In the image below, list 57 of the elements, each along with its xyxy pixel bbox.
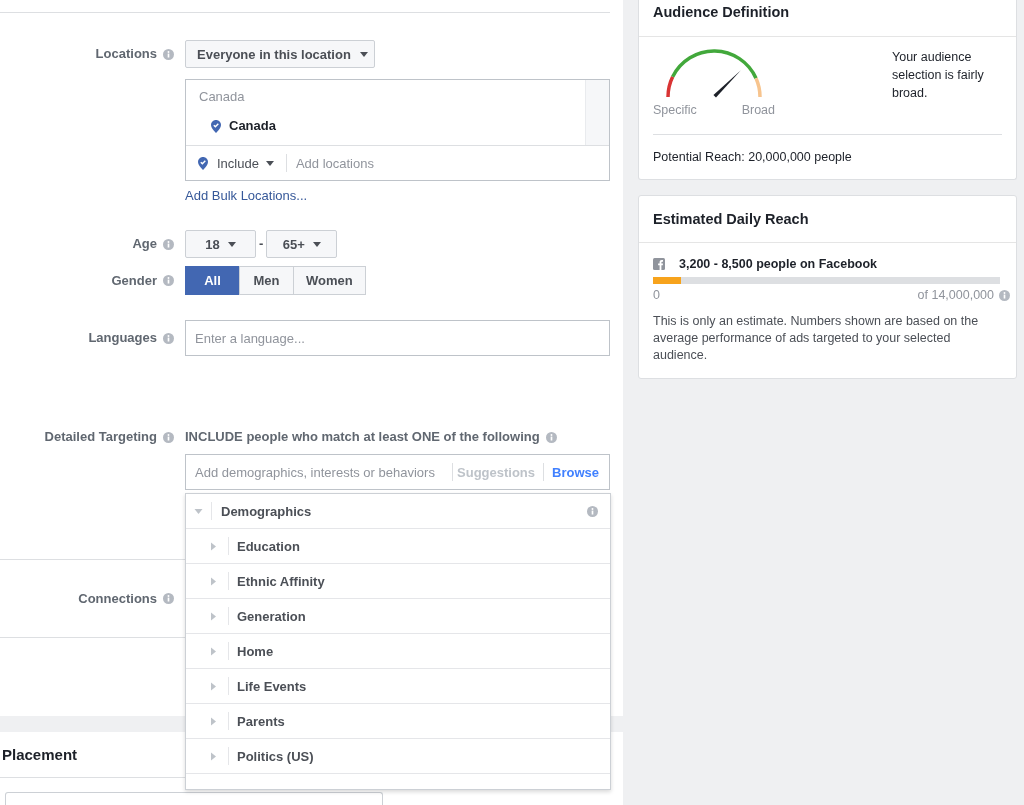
gender-option[interactable]: Men bbox=[239, 266, 294, 295]
info-icon bbox=[163, 238, 174, 250]
map-pin-icon bbox=[198, 156, 208, 170]
meter-min-label: 0 bbox=[653, 289, 660, 302]
info-icon bbox=[163, 593, 174, 604]
subcategory-item[interactable]: Politics (US) bbox=[186, 739, 610, 774]
caret-icon bbox=[265, 160, 274, 166]
range-separator: - bbox=[259, 237, 264, 251]
field-label: Age bbox=[132, 237, 157, 251]
targeting-tab[interactable]: Browse bbox=[544, 461, 599, 483]
section-title: Placement bbox=[1, 745, 78, 765]
gauge-max-label: Broad bbox=[741, 103, 775, 117]
caret-icon bbox=[359, 51, 368, 57]
info-icon bbox=[545, 431, 557, 443]
location-name: Canada bbox=[229, 118, 276, 134]
subcategory-item[interactable]: Life Events bbox=[186, 669, 610, 704]
field-label: Locations bbox=[95, 47, 157, 61]
f-logo-icon bbox=[653, 258, 665, 270]
gauge-min-label: Specific bbox=[653, 103, 697, 117]
location-group-label: Canada bbox=[199, 89, 245, 105]
card-title: Estimated Daily Reach bbox=[653, 210, 809, 228]
scrollbar[interactable] bbox=[585, 80, 609, 145]
info-icon bbox=[587, 505, 598, 517]
add-bulk-locations-link[interactable]: Add Bulk Locations... bbox=[185, 188, 308, 204]
meter-max-label: of 14,000,000 bbox=[917, 289, 994, 302]
info-icon bbox=[163, 48, 174, 60]
card-title: Audience Definition bbox=[653, 3, 790, 21]
info-icon bbox=[999, 290, 1010, 301]
audience-summary: Your audience selection is fairly broad. bbox=[892, 49, 985, 102]
location-mode-dropdown[interactable]: Everyone in this location bbox=[185, 40, 375, 68]
caret-icon bbox=[312, 241, 321, 247]
caret-icon bbox=[227, 241, 236, 247]
add-locations-field[interactable]: Add locations bbox=[295, 150, 609, 176]
info-icon bbox=[163, 275, 174, 286]
instruction-text: INCLUDE people who match at least ONE of the following bbox=[185, 430, 540, 444]
field-label: Connections bbox=[78, 591, 157, 606]
info-icon bbox=[163, 332, 174, 344]
language-field[interactable]: Enter a language... bbox=[185, 320, 610, 356]
category-item[interactable]: Demographics bbox=[186, 494, 610, 529]
subcategory-item[interactable]: Generation bbox=[186, 599, 610, 634]
include-dropdown[interactable]: Include bbox=[198, 152, 284, 174]
potential-reach: Potential Reach: 20,000,000 people bbox=[653, 150, 853, 165]
age-max-dropdown[interactable]: 65+ bbox=[266, 230, 338, 258]
age-min-dropdown[interactable]: 18 bbox=[185, 230, 256, 258]
field-label: Languages bbox=[88, 331, 157, 345]
subcategory-item[interactable]: Parents bbox=[186, 704, 610, 739]
subcategory-item[interactable]: Education bbox=[186, 529, 610, 564]
field-label: Detailed Targeting bbox=[44, 430, 157, 444]
field-label: Gender bbox=[111, 273, 157, 288]
subcategory-item[interactable]: Ethnic Affinity bbox=[186, 564, 610, 599]
estimate-note: This is only an estimate. Numbers shown are based on the average performance of ads targeted to your selected audience. bbox=[653, 313, 980, 364]
map-pin-icon bbox=[211, 119, 221, 133]
reach-range: 3,200 - 8,500 people on Facebook bbox=[679, 257, 877, 271]
gender-option[interactable]: Women bbox=[293, 266, 366, 295]
gender-option[interactable]: All bbox=[185, 266, 240, 295]
info-icon bbox=[163, 431, 174, 443]
subcategory-item[interactable]: Home bbox=[186, 634, 610, 669]
